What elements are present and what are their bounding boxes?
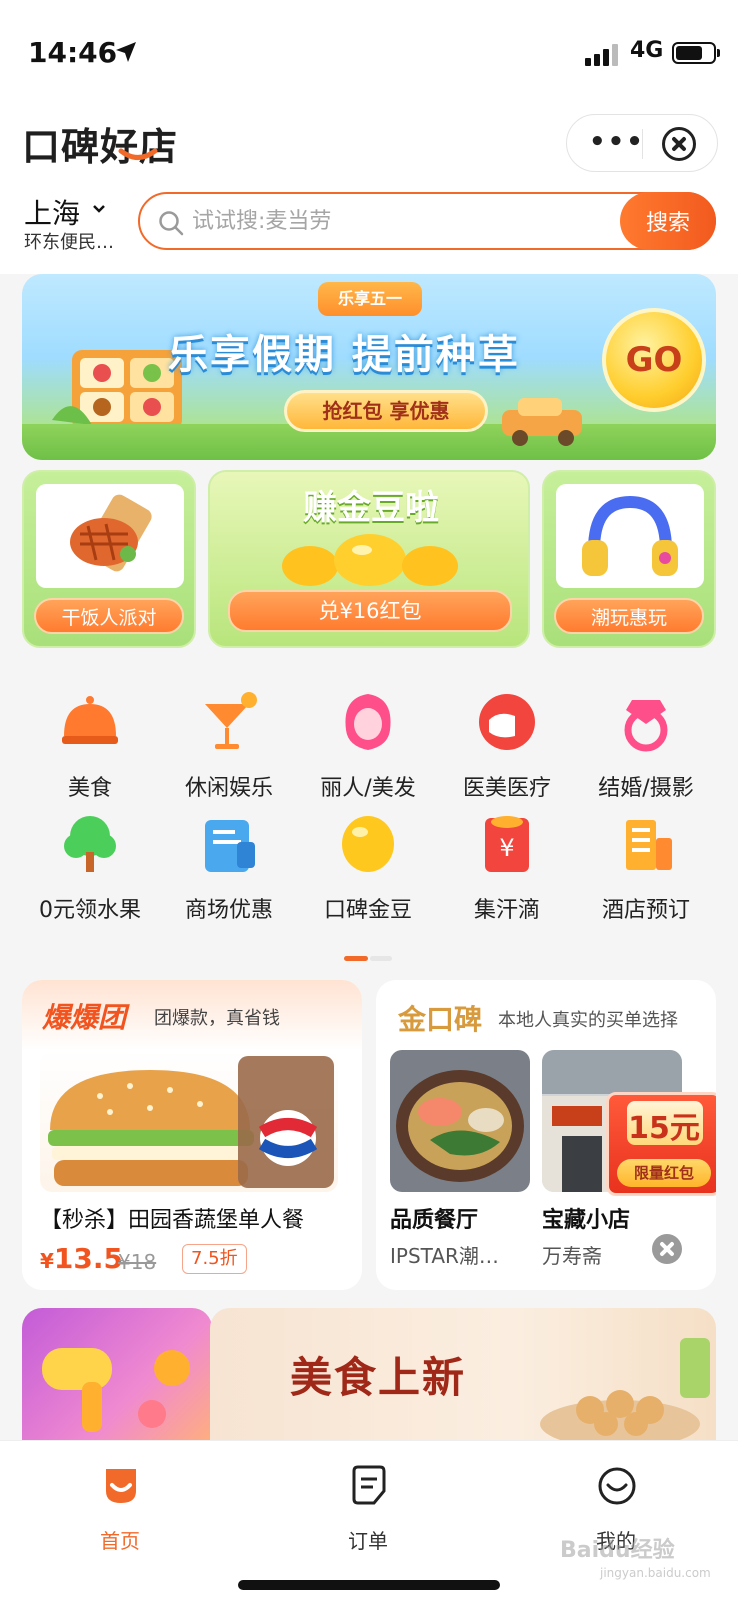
red-packet-label: 限量红包: [617, 1159, 711, 1187]
app-header: 口碑好店 ••• 上海 环东便民… 搜索: [0, 104, 738, 274]
hotel-icon: [626, 820, 672, 870]
coupon-icon: [205, 820, 255, 872]
baobao-subtitle: 团爆款，真省钱: [154, 1008, 280, 1029]
hairdryer-illustration: [42, 1348, 190, 1432]
tree-icon: [64, 816, 116, 872]
search-button[interactable]: 搜索: [620, 192, 716, 250]
food-cover-icon: [62, 696, 118, 744]
burger-meal-illustration: [48, 1056, 334, 1188]
red-packet-amount: 15元: [628, 1111, 700, 1146]
headphone-image: [556, 484, 704, 588]
category-label: 医美医疗: [462, 776, 551, 801]
cocktail-icon: [205, 692, 257, 749]
category-label: 丽人/美发: [320, 776, 416, 801]
currency-symbol: ¥: [40, 1249, 54, 1273]
discount-badge: 7.5折: [182, 1244, 247, 1274]
holiday-banner[interactable]: 乐享五一 乐享假期 提前种草 抢红包 享优惠 GO: [22, 274, 716, 460]
category-pager: [344, 956, 394, 961]
district-label[interactable]: 环东便民…: [24, 228, 128, 254]
promo-card-toys[interactable]: 潮玩惠玩: [542, 470, 716, 648]
banner-tag: 乐享五一: [318, 282, 422, 316]
banner-go-button[interactable]: GO: [602, 308, 706, 412]
category-label: 0元领水果: [39, 898, 141, 923]
banner-cta-pill[interactable]: 抢红包 享优惠: [284, 390, 488, 432]
promo-card-party[interactable]: 干饭人派对: [22, 470, 196, 648]
red-envelope-icon: ¥: [485, 816, 529, 872]
jinkoubei-subtitle: 本地人真实的买单选择: [498, 1010, 678, 1031]
deal-price: ¥13.5: [40, 1242, 123, 1275]
baobao-card[interactable]: 爆爆团 团爆款，真省钱 【秒杀】田园香蔬堡单人餐 ¥13.5 ¥18 7.5折: [22, 980, 362, 1290]
order-icon: [352, 1465, 386, 1505]
chevron-down-icon[interactable]: [92, 204, 106, 214]
search-icon: [159, 211, 184, 236]
capsule-divider: [642, 129, 643, 159]
price-value: 13.5: [53, 1242, 124, 1275]
tab-label: 订单: [348, 1529, 388, 1553]
battery-icon: [672, 42, 716, 64]
close-icon[interactable]: [662, 127, 696, 161]
battery-cap: [717, 49, 720, 57]
network-type: 4G: [630, 38, 664, 63]
party-button[interactable]: 干饭人派对: [34, 598, 184, 634]
profile-icon: [598, 1467, 636, 1505]
deal-title: 【秒杀】田园香蔬堡单人餐: [40, 1208, 305, 1233]
category-label: 美食: [67, 776, 112, 801]
hair-woman-icon: [345, 694, 391, 750]
logo-smile-icon: [118, 148, 158, 160]
search-input[interactable]: [192, 204, 592, 238]
dumpling-soup-image: [390, 1050, 530, 1192]
pager-active-dot: [344, 956, 368, 961]
medical-mask-icon: [479, 694, 535, 750]
jinkoubei-logo: 金口碑: [398, 1003, 483, 1036]
car-illustration: [502, 398, 582, 446]
steak-icon: [70, 494, 152, 572]
app-logo: 口碑好店: [22, 125, 179, 169]
goldbean-title: 赚金豆啦: [303, 488, 439, 528]
category-label: 休闲娱乐: [184, 776, 273, 801]
banner-title: 乐享假期 提前种草: [168, 332, 520, 378]
pager-dot: [370, 956, 392, 961]
shop-name: 品质餐厅: [390, 1208, 479, 1233]
shop-sub: IPSTAR潮…: [390, 1244, 499, 1268]
red-packet-popup[interactable]: 15元 限量红包: [606, 1092, 716, 1196]
search-bar[interactable]: 搜索: [138, 192, 716, 250]
watermark-url: jingyan.baidu.com: [600, 1566, 711, 1580]
signal-icon: [585, 44, 618, 66]
original-price: ¥18: [118, 1250, 157, 1274]
home-icon: [106, 1469, 136, 1503]
status-time: 14:46: [28, 36, 118, 69]
promo-card-goldbean[interactable]: 赚金豆啦 兑¥16红包: [208, 470, 530, 648]
category-label: 商场优惠: [184, 898, 273, 923]
category-label: 酒店预订: [601, 898, 690, 923]
watermark: Baidu经验: [560, 1538, 675, 1563]
category-label: 结婚/摄影: [598, 776, 694, 801]
burger-image: [40, 1050, 338, 1192]
status-bar: 14:46 4G: [0, 0, 738, 104]
gold-bean-icon: [342, 816, 394, 872]
category-label: 口碑金豆: [323, 898, 412, 923]
category-label: 集汗滴: [473, 898, 540, 923]
svg-text:¥: ¥: [499, 834, 514, 862]
bottom-promo-new-food[interactable]: 美食上新: [210, 1308, 716, 1448]
steak-image: [36, 484, 184, 588]
headphone-icon: [582, 495, 678, 576]
food-plate-illustration: [540, 1338, 710, 1448]
jinkoubei-card[interactable]: 金口碑 本地人真实的买单选择 品质餐厅 IPSTAR潮… 宝藏小店 万寿斋 15…: [376, 980, 716, 1290]
more-icon[interactable]: •••: [589, 127, 645, 157]
ring-icon: [624, 700, 668, 752]
close-popup-icon[interactable]: [652, 1234, 682, 1264]
gold-beans-illustration: [282, 534, 458, 586]
bottom-promo-left[interactable]: [22, 1308, 212, 1448]
shop-photo: [390, 1050, 530, 1192]
shop-name: 宝藏小店: [542, 1208, 631, 1233]
location-arrow-icon: [116, 42, 136, 62]
home-indicator[interactable]: [238, 1580, 500, 1590]
city-selector[interactable]: 上海: [24, 192, 80, 232]
toys-button[interactable]: 潮玩惠玩: [554, 598, 704, 634]
new-food-title: 美食上新: [290, 1353, 467, 1402]
baobao-logo: 爆爆团: [42, 1001, 127, 1034]
tab-label: 首页: [100, 1529, 140, 1553]
miniapp-capsule: •••: [566, 114, 718, 172]
goldbean-button[interactable]: 兑¥16红包: [228, 590, 512, 632]
